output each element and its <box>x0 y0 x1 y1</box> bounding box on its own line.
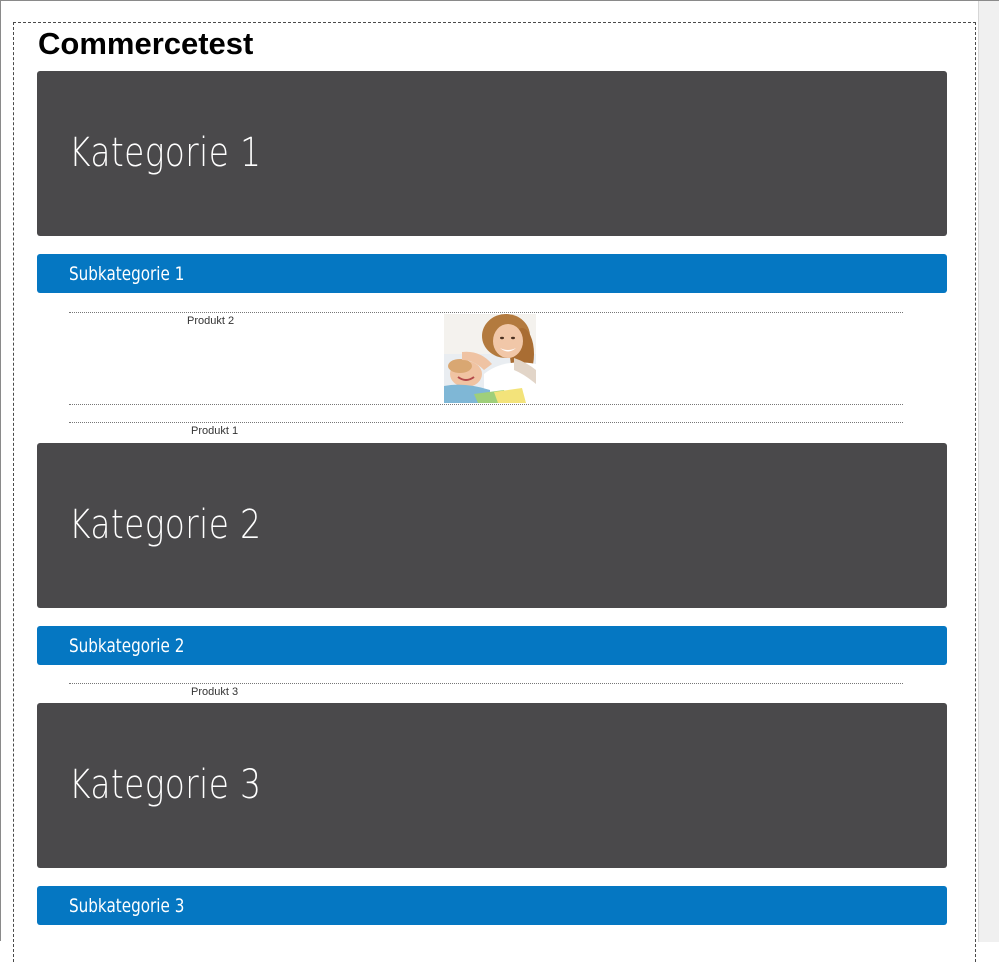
subcategory-bar-1[interactable]: Subkategorie 1 <box>37 254 947 293</box>
product-row[interactable]: Produkt 3 <box>69 683 903 703</box>
category-banner-1[interactable]: Kategorie 1 <box>37 71 947 236</box>
product-row[interactable]: Produkt 1 <box>69 422 903 442</box>
category-title: Kategorie 1 <box>69 130 262 176</box>
photo-mother-child-icon[interactable] <box>444 314 536 403</box>
subcategory-title: Subkategorie 3 <box>69 895 185 917</box>
product-name[interactable]: Produkt 3 <box>191 686 238 699</box>
category-title: Kategorie 3 <box>69 762 262 808</box>
category-title: Kategorie 2 <box>69 502 262 548</box>
category-banner-3[interactable]: Kategorie 3 <box>37 703 947 868</box>
product-name[interactable]: Produkt 2 <box>187 315 234 328</box>
app-window: Commercetest Kategorie 1 Subkategorie 1 … <box>0 0 999 962</box>
subcategory-bar-2[interactable]: Subkategorie 2 <box>37 626 947 665</box>
scrollbar[interactable] <box>978 1 999 942</box>
subcategory-title: Subkategorie 2 <box>69 635 185 657</box>
category-banner-2[interactable]: Kategorie 2 <box>37 443 947 608</box>
page-title: Commercetest <box>38 26 254 61</box>
subcategory-bar-3[interactable]: Subkategorie 3 <box>37 886 947 925</box>
subcategory-title: Subkategorie 1 <box>69 263 185 285</box>
product-row[interactable]: Produkt 2 <box>69 312 903 405</box>
product-name[interactable]: Produkt 1 <box>191 425 238 438</box>
